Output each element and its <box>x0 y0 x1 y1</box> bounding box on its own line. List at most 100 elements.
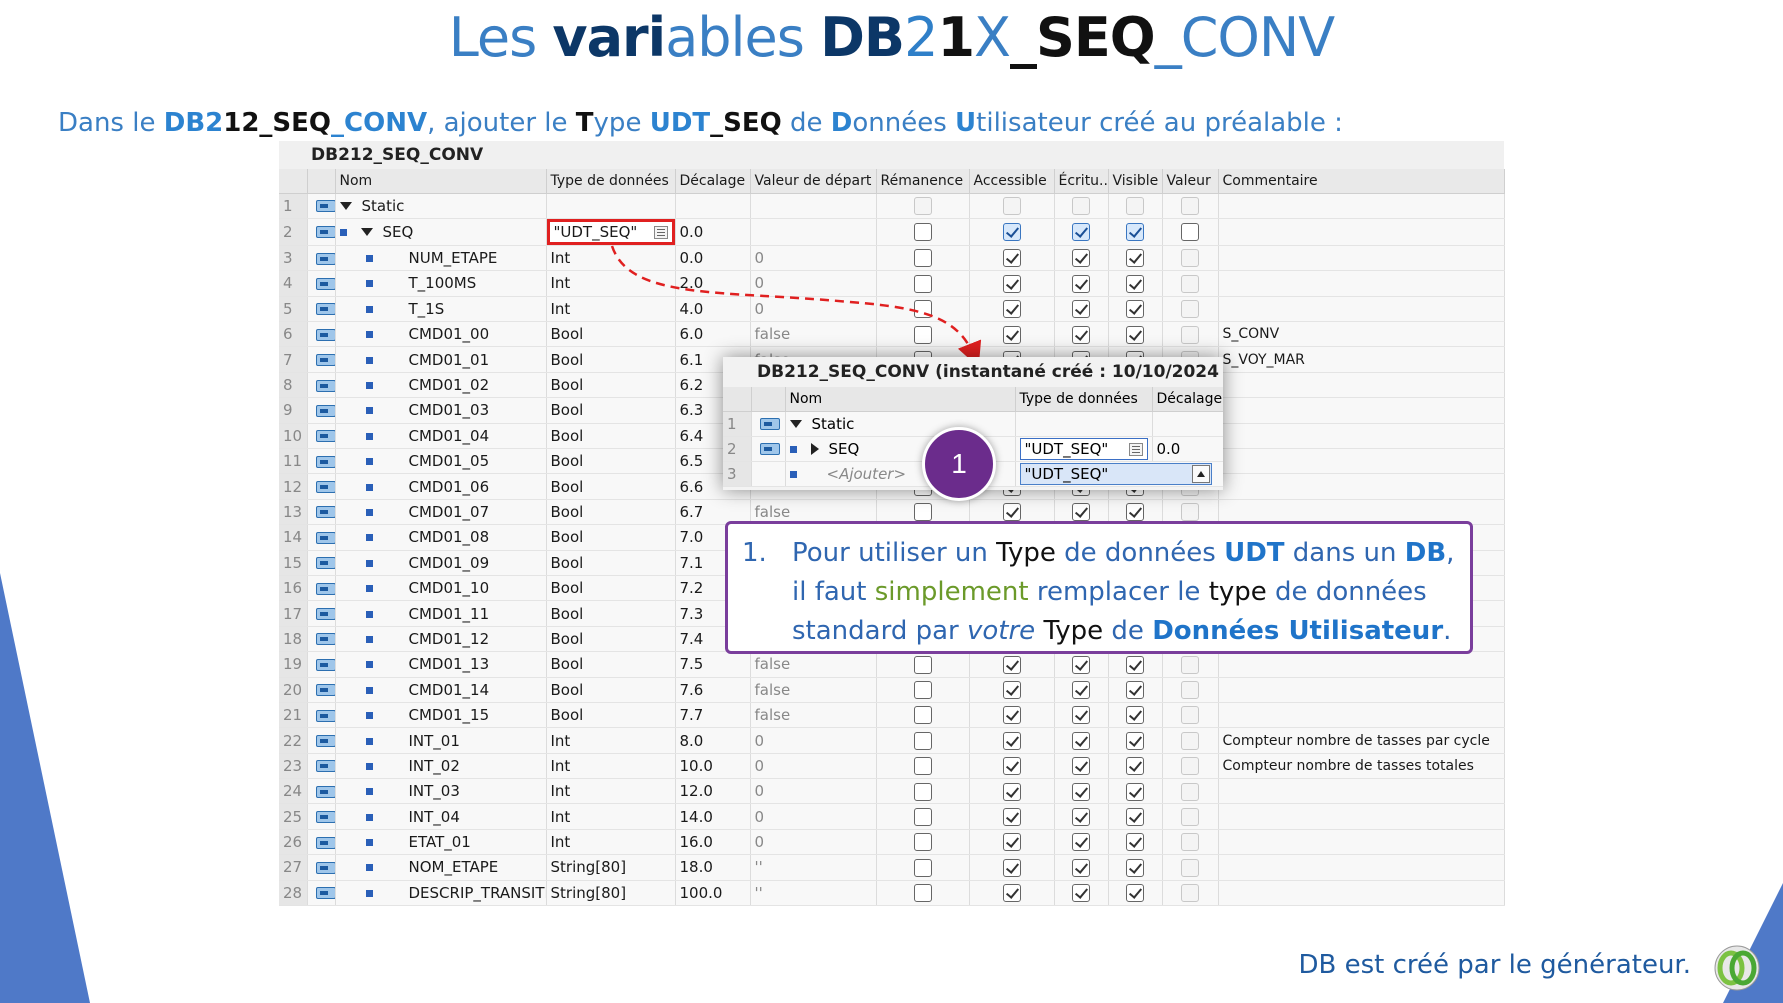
visible-checkbox[interactable] <box>1126 807 1144 826</box>
type-cell[interactable]: Int <box>546 753 676 780</box>
comment-cell[interactable] <box>1218 270 1505 297</box>
accessible-checkbox[interactable] <box>1002 300 1021 319</box>
visible-checkbox[interactable] <box>1126 757 1144 776</box>
retain-checkbox[interactable] <box>913 223 932 242</box>
variable-name-cell[interactable]: DESCRIP_TRANSITI <box>335 880 547 907</box>
accessible-checkbox[interactable] <box>1002 731 1021 750</box>
writable-checkbox[interactable] <box>1072 274 1090 293</box>
visible-checkbox[interactable] <box>1126 884 1144 903</box>
writable-checkbox[interactable] <box>1072 325 1090 344</box>
comment-cell[interactable] <box>1218 296 1505 323</box>
visible-checkbox[interactable] <box>1126 300 1144 319</box>
writable-checkbox[interactable] <box>1072 706 1090 725</box>
variable-name-cell[interactable]: CMD01_05 <box>335 448 547 475</box>
retain-checkbox[interactable] <box>913 884 932 903</box>
variable-name-cell[interactable]: CMD01_02 <box>335 372 547 399</box>
start-value-cell[interactable]: false <box>750 651 877 678</box>
type-cell[interactable]: "UDT_SEQ" <box>1015 436 1153 462</box>
start-value-cell[interactable]: 0 <box>750 753 877 780</box>
comment-cell[interactable] <box>1218 829 1505 856</box>
variable-name-cell[interactable]: T_100MS <box>335 270 547 297</box>
comment-cell[interactable] <box>1218 803 1505 830</box>
visible-checkbox[interactable] <box>1126 196 1144 215</box>
comment-cell[interactable] <box>1218 651 1505 678</box>
start-value-cell[interactable]: 0 <box>750 245 877 272</box>
writable-checkbox[interactable] <box>1072 858 1090 877</box>
start-value-cell[interactable]: '' <box>750 854 877 881</box>
dropdown-arrow-icon[interactable] <box>1191 464 1210 483</box>
col-header-offset[interactable]: Décalage <box>1152 387 1223 412</box>
comment-cell[interactable]: Compteur nombre de tasses totales <box>1218 753 1505 780</box>
variable-name-cell[interactable]: CMD01_04 <box>335 423 547 450</box>
retain-checkbox[interactable] <box>913 858 932 877</box>
variable-name-cell[interactable]: Static <box>335 193 547 219</box>
col-header-nom[interactable]: Nom <box>785 387 1016 412</box>
comment-cell[interactable] <box>1218 245 1505 272</box>
accessible-checkbox[interactable] <box>1002 196 1021 215</box>
comment-cell[interactable] <box>1218 193 1505 219</box>
comment-cell[interactable] <box>1218 677 1505 703</box>
retain-checkbox[interactable] <box>913 757 932 776</box>
visible-checkbox[interactable] <box>1126 325 1144 344</box>
table-row[interactable]: 21 CMD01_15 Bool 7.7 false <box>279 702 1505 729</box>
variable-name-cell[interactable]: ETAT_01 <box>335 829 547 856</box>
table-row[interactable]: 22 INT_01 Int 8.0 0 Compteur nombre de tasses… <box>279 727 1505 754</box>
table-row[interactable]: 24 INT_03 Int 12.0 0 <box>279 778 1505 805</box>
type-cell[interactable]: Bool <box>546 321 676 348</box>
start-value-cell[interactable]: 0 <box>750 296 877 323</box>
col-header-type[interactable]: Type de données <box>1015 387 1153 412</box>
comment-cell[interactable]: S_CONV <box>1218 321 1505 348</box>
comment-cell[interactable] <box>1218 218 1505 246</box>
accessible-checkbox[interactable] <box>1002 249 1021 268</box>
col-header-offset[interactable]: Décalage <box>675 169 751 194</box>
type-cell[interactable]: Bool <box>546 372 676 399</box>
setpoint-checkbox[interactable] <box>1181 706 1199 725</box>
retain-checkbox[interactable] <box>913 249 932 268</box>
table-row[interactable]: 3 NUM_ETAPE Int 0.0 0 <box>279 245 1505 272</box>
writable-checkbox[interactable] <box>1072 884 1090 903</box>
setpoint-checkbox[interactable] <box>1181 503 1199 522</box>
retain-checkbox[interactable] <box>913 833 932 852</box>
comment-cell[interactable]: S_VOY_MAR <box>1218 346 1505 373</box>
setpoint-checkbox[interactable] <box>1181 655 1199 674</box>
accessible-checkbox[interactable] <box>1002 757 1021 776</box>
start-value-cell[interactable]: 0 <box>750 803 877 830</box>
writable-checkbox[interactable] <box>1072 807 1090 826</box>
accessible-checkbox[interactable] <box>1002 884 1021 903</box>
variable-name-cell[interactable]: SEQ <box>335 218 547 246</box>
type-cell[interactable]: Int <box>546 829 676 856</box>
type-cell[interactable]: Int <box>546 245 676 272</box>
variable-name-cell[interactable]: CMD01_15 <box>335 702 547 729</box>
setpoint-checkbox[interactable] <box>1181 196 1199 215</box>
type-cell[interactable]: Bool <box>546 448 676 475</box>
writable-checkbox[interactable] <box>1072 757 1090 776</box>
comment-cell[interactable] <box>1218 778 1505 805</box>
accessible-checkbox[interactable] <box>1002 858 1021 877</box>
start-value-cell[interactable]: '' <box>750 880 877 907</box>
comment-cell[interactable] <box>1218 372 1505 399</box>
start-value-cell[interactable] <box>750 218 877 246</box>
table-row[interactable]: 2 SEQ "UDT_SEQ" 0.0 <box>279 218 1505 246</box>
start-value-cell[interactable]: 0 <box>750 829 877 856</box>
comment-cell[interactable] <box>1218 423 1505 450</box>
table-row[interactable]: 4 T_100MS Int 2.0 0 <box>279 270 1505 297</box>
writable-checkbox[interactable] <box>1072 300 1090 319</box>
type-cell[interactable]: Int <box>546 270 676 297</box>
type-cell[interactable] <box>1015 411 1153 437</box>
type-cell[interactable]: "UDT_SEQ" <box>1015 461 1223 487</box>
retain-checkbox[interactable] <box>913 731 932 750</box>
type-cell[interactable]: Int <box>546 727 676 754</box>
comment-cell[interactable] <box>1218 473 1505 500</box>
type-cell[interactable]: Bool <box>546 473 676 500</box>
comment-cell[interactable] <box>1218 854 1505 881</box>
table-row[interactable]: 25 INT_04 Int 14.0 0 <box>279 803 1505 830</box>
type-cell[interactable]: Bool <box>546 651 676 678</box>
variable-name-cell[interactable]: CMD01_08 <box>335 524 547 551</box>
start-value-cell[interactable]: false <box>750 321 877 348</box>
visible-checkbox[interactable] <box>1126 223 1144 242</box>
retain-checkbox[interactable] <box>913 655 932 674</box>
accessible-checkbox[interactable] <box>1002 680 1021 699</box>
table-row[interactable]: 26 ETAT_01 Int 16.0 0 <box>279 829 1505 856</box>
type-cell[interactable]: String[80] <box>546 880 676 907</box>
start-value-cell[interactable]: 0 <box>750 778 877 805</box>
